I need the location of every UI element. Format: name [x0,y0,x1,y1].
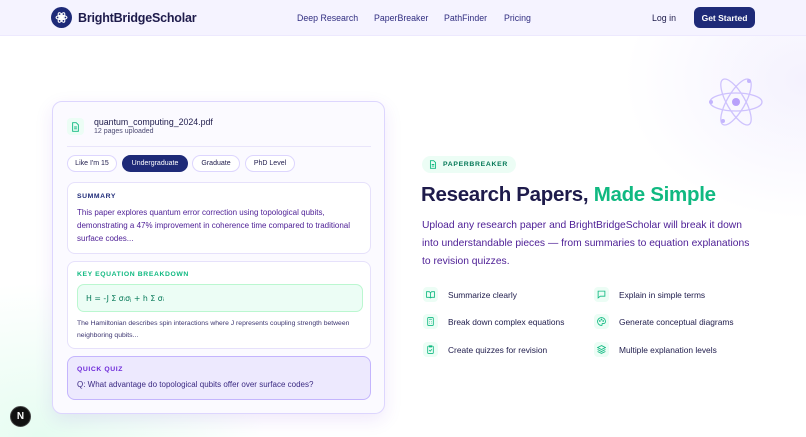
quiz-question: Q: What advantage do topological qubits … [77,380,314,389]
clipboard-check-icon [423,342,438,357]
feature-label: Multiple explanation levels [619,344,717,355]
feature-label: Create quizzes for revision [448,344,548,355]
summary-text: This paper explores quantum error correc… [77,208,351,243]
feature-quizzes: Create quizzes for revision [423,342,547,357]
atom-decoration-icon [709,78,763,126]
logo-icon [51,7,72,28]
quiz-panel[interactable]: QUICK QUIZ Q: What advantage do topologi… [67,356,371,400]
feature-label: Break down complex equations [448,316,565,327]
quiz-title: QUICK QUIZ [77,366,124,373]
feature-label: Summarize clearly [448,289,517,300]
level-graduate-button[interactable]: Graduate [192,155,240,172]
divider [67,146,371,147]
summary-panel: SUMMARY This paper explores quantum erro… [67,182,371,254]
brand-logo[interactable]: BrightBridgeScholar [51,7,197,28]
brand-name: BrightBridgeScholar [78,10,197,25]
feature-levels: Multiple explanation levels [594,342,717,357]
equation-panel: KEY EQUATION BREAKDOWN H = -J Σ σᵢσⱼ + h… [67,261,371,349]
hero-description: Upload any research paper and BrightBrid… [422,220,750,267]
document-icon [429,160,437,169]
calculator-icon [423,314,438,329]
login-link[interactable]: Log in [652,13,676,23]
file-icon [67,118,84,135]
level-undergraduate-button[interactable]: Undergraduate [122,155,188,172]
headline-accent: Made Simple [593,183,716,206]
feature-summarize: Summarize clearly [423,287,517,302]
badge-label: PAPERBREAKER [443,161,508,168]
equation-title: KEY EQUATION BREAKDOWN [77,271,189,278]
book-icon [423,287,438,302]
feature-explain: Explain in simple terms [594,287,705,302]
get-started-button[interactable]: Get Started [694,7,755,28]
headline-main: Research Papers, [421,183,594,206]
chat-icon [594,287,609,302]
equation-formula: H = -J Σ σᵢσⱼ + h Σ σᵢ [77,284,363,312]
level-like-im-15-button[interactable]: Like I'm 15 [67,155,117,172]
feature-label: Explain in simple terms [619,289,706,300]
layers-icon [594,342,609,357]
framework-badge[interactable]: N [10,406,31,427]
feature-diagrams: Generate conceptual diagrams [594,314,734,329]
equation-text: The Hamiltonian describes spin interacti… [77,320,350,339]
nav-link-pathfinder[interactable]: PathFinder [444,13,487,23]
summary-title: SUMMARY [77,193,117,200]
feature-equations: Break down complex equations [423,314,564,329]
file-name: quantum_computing_2024.pdf [94,117,213,127]
paper-demo-card: quantum_computing_2024.pdf 12 pages uplo… [52,101,385,414]
palette-icon [594,314,609,329]
level-phd-button[interactable]: PhD Level [245,155,295,172]
hero-headline: Research Papers, Made Simple [421,183,716,207]
nav-link-deep-research[interactable]: Deep Research [297,13,358,23]
top-nav: BrightBridgeScholar Deep Research PaperB… [0,0,806,36]
feature-label: Generate conceptual diagrams [619,316,734,327]
paperbreaker-badge: PAPERBREAKER [422,156,516,173]
nav-link-pricing[interactable]: Pricing [504,13,531,23]
file-pages: 12 pages uploaded [94,128,154,135]
nav-link-paperbreaker[interactable]: PaperBreaker [374,13,428,23]
